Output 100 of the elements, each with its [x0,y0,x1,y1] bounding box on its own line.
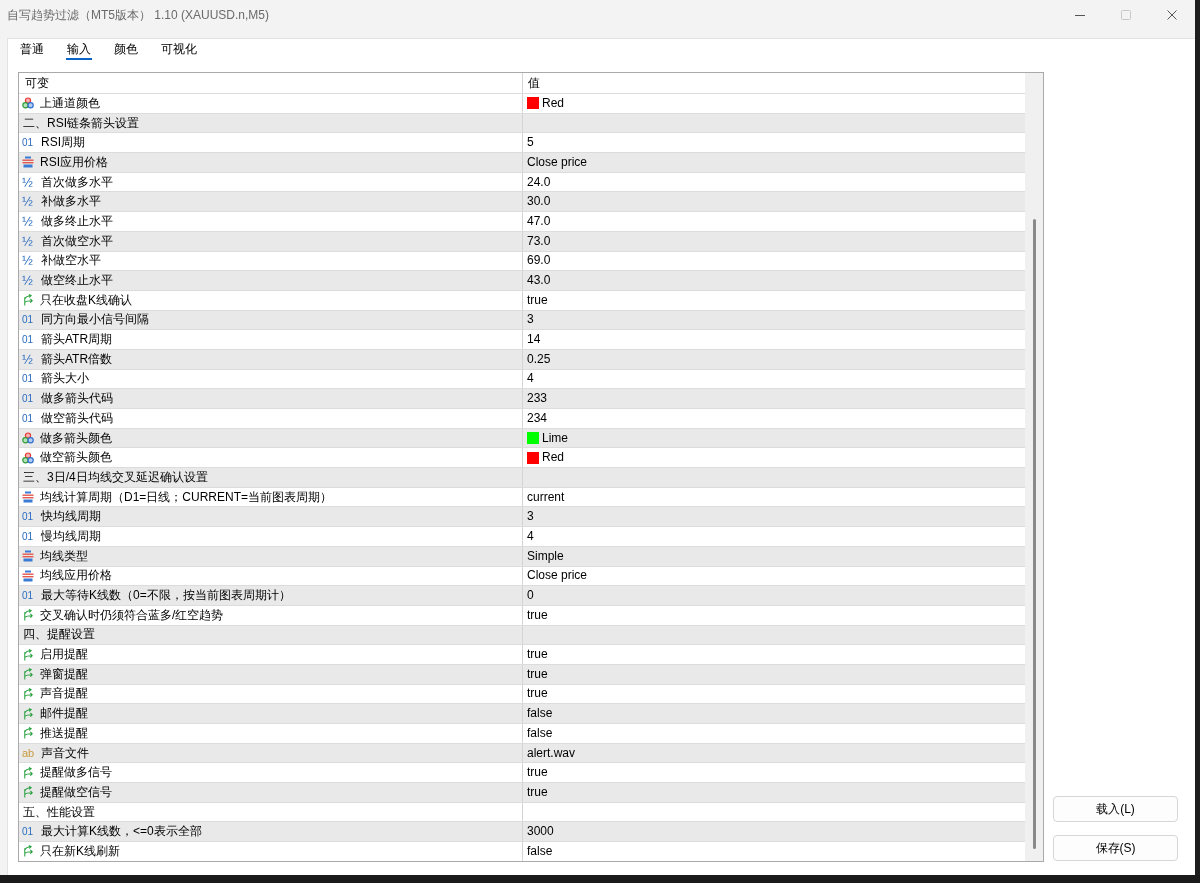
parameter-value[interactable]: 24.0 [527,174,551,190]
tab[interactable]: 颜色 [113,39,139,60]
parameter-value[interactable]: 3 [527,509,534,525]
branch-arrow-icon [22,294,34,307]
digits-icon: 01 [22,313,35,327]
branch-arrow-icon [22,727,34,740]
parameter-value[interactable]: 43.0 [527,273,551,289]
digits-icon: 01 [22,589,35,603]
parameter-name: 做空箭头颜色 [40,450,112,466]
parameter-name: 推送提醒 [40,725,88,741]
close-icon [1167,10,1177,20]
half-fraction-icon: ½ [22,234,35,248]
color-circles-icon [22,432,34,445]
parameter-value[interactable]: true [527,765,548,781]
parameter-value[interactable]: 3 [527,312,534,328]
parameter-name: 做多终止水平 [41,213,113,229]
branch-arrow-icon [22,786,34,799]
window-title: 自写趋势过滤（MT5版本） 1.10 (XAUUSD.n,M5) [7,8,270,23]
parameter-name: 邮件提醒 [40,706,88,722]
parameter-name: 补做多水平 [41,194,101,210]
scrollbar[interactable] [1025,73,1043,861]
section-title: 二、RSI链条箭头设置 [23,115,139,131]
stripes-icon [22,491,34,504]
parameter-value[interactable]: false [527,725,553,741]
parameter-value[interactable]: true [527,666,548,682]
parameter-value[interactable]: Close price [527,568,588,584]
tab[interactable]: 可视化 [160,39,198,60]
parameter-value[interactable]: alert.wav [527,745,576,761]
branch-arrow-icon [22,648,34,661]
tab[interactable]: 输入 [66,39,92,60]
parameter-value[interactable]: false [527,706,553,722]
parameter-value[interactable]: 4 [527,528,534,544]
parameter-value[interactable]: 5 [527,135,534,151]
branch-arrow-icon [22,766,34,779]
parameter-value[interactable]: 0 [527,588,534,604]
parameter-name: 快均线周期 [41,509,101,525]
digits-icon: 01 [22,529,35,543]
digits-icon: 01 [22,411,35,425]
digits-icon: 01 [22,136,35,150]
parameter-value[interactable]: true [527,607,548,623]
letters-icon: ab [22,746,35,760]
parameter-value[interactable]: 0.25 [527,351,551,367]
parameter-value[interactable]: false [527,843,553,859]
parameter-name: 慢均线周期 [41,528,101,544]
half-fraction-icon: ½ [22,195,35,209]
digits-icon: 01 [22,372,35,386]
parameter-value[interactable]: Red [542,450,564,466]
parameter-name: 声音文件 [41,745,89,761]
parameter-value[interactable]: Lime [542,430,568,446]
parameter-value[interactable]: true [527,647,548,663]
parameter-value[interactable]: Simple [527,548,564,564]
parameter-value[interactable]: current [527,489,565,505]
section-title: 五、性能设置 [23,804,95,820]
parameter-name: 只在收盘K线确认 [40,292,132,308]
parameter-name: 上通道颜色 [40,95,100,111]
parameter-value[interactable]: 73.0 [527,233,551,249]
digits-icon: 01 [22,333,35,347]
digits-icon: 01 [22,510,35,524]
parameter-name: 弹窗提醒 [40,666,88,682]
column-header: 值 [528,75,540,91]
parameter-name: 均线应用价格 [40,568,112,584]
parameter-name: 箭头ATR周期 [41,332,113,348]
parameter-value[interactable]: 4 [527,371,534,387]
parameter-name: 交叉确认时仍须符合蓝多/红空趋势 [40,607,224,623]
parameter-value[interactable]: 234 [527,410,548,426]
half-fraction-icon: ½ [22,254,35,268]
parameter-value[interactable]: true [527,292,548,308]
parameter-value[interactable]: 47.0 [527,213,551,229]
parameter-value[interactable]: 69.0 [527,253,551,269]
parameter-name: 补做空水平 [41,253,101,269]
stripes-icon [22,156,34,169]
half-fraction-icon: ½ [22,214,35,228]
tab[interactable]: 普通 [19,39,45,60]
parameter-name: RSI周期 [41,135,85,151]
half-fraction-icon: ½ [22,175,35,189]
scrollbar-thumb[interactable] [1032,219,1036,849]
dialog-button[interactable]: 载入(L) [1053,796,1178,822]
parameter-value[interactable]: 14 [527,332,541,348]
parameter-name: RSI应用价格 [40,154,108,170]
parameter-value[interactable]: true [527,784,548,800]
parameter-name: 均线计算周期（D1=日线；CURRENT=当前图表周期） [40,489,333,505]
maximize-icon [1121,10,1131,20]
column-header: 可变 [25,75,49,91]
dialog-button[interactable]: 保存(S) [1053,835,1178,861]
parameter-value[interactable]: 30.0 [527,194,551,210]
parameter-value[interactable]: true [527,686,548,702]
branch-arrow-icon [22,687,34,700]
parameter-name: 做多箭头代码 [41,391,113,407]
half-fraction-icon: ½ [22,352,35,366]
parameter-value[interactable]: Close price [527,154,588,170]
section-title: 四、提醒设置 [23,627,95,643]
parameter-name: 提醒做多信号 [40,765,112,781]
parameter-value[interactable]: Red [542,95,564,111]
parameter-name: 首次做多水平 [41,174,113,190]
minimize-icon [1075,14,1085,16]
parameter-name: 最大计算K线数，<=0表示全部 [41,824,202,840]
parameter-value[interactable]: 233 [527,391,548,407]
parameter-value[interactable]: 3000 [527,824,554,840]
parameter-name: 首次做空水平 [41,233,113,249]
stripes-icon [22,550,34,563]
